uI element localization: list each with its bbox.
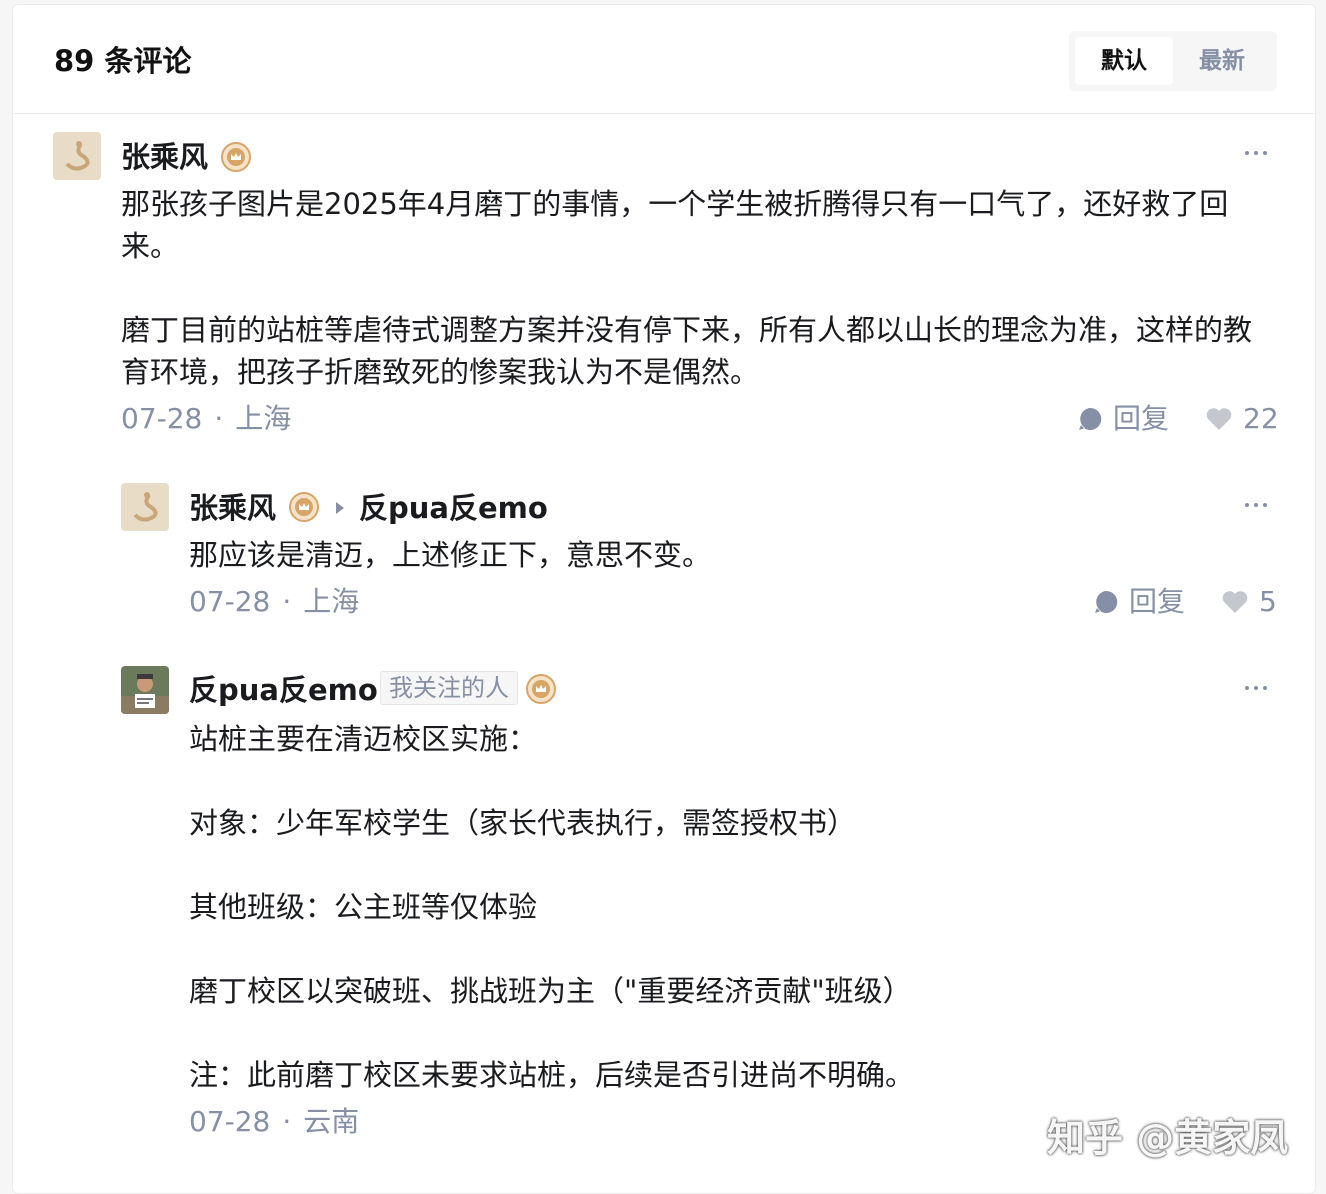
comment-meta: 07-28 · 上海 <box>189 585 360 618</box>
following-tag: 我关注的人 <box>380 671 518 705</box>
comment-paragraph: 对象：少年军校学生（家长代表执行，需签授权书） <box>189 806 857 840</box>
more-options-icon[interactable] <box>1245 499 1275 511</box>
comment-paragraph: 磨丁目前的站桩等虐待式调整方案并没有停下来，所有人都以山长的理念为准，这样的教育… <box>121 313 1253 389</box>
comment-author[interactable]: 反pua反emo <box>189 672 378 708</box>
reply-button[interactable]: 回复 <box>1077 401 1169 437</box>
comment-paragraph: 磨丁校区以突破班、挑战班为主（"重要经济贡献"班级） <box>189 974 912 1008</box>
comment-author[interactable]: 张乘风 <box>189 490 276 526</box>
comment-count-title: 89 条评论 <box>54 44 192 78</box>
comment-paragraph: 那张孩子图片是2025年4月磨丁的事情，一个学生被折腾得只有一口气了，还好救了回… <box>121 187 1229 263</box>
comment-paragraph: 注：此前磨丁校区未要求站桩，后续是否引进尚不明确。 <box>189 1058 915 1092</box>
comment-paragraph: 站桩主要在清迈校区实施： <box>189 722 538 756</box>
like-count: 5 <box>1259 585 1277 618</box>
comment-meta: 07-28 · 上海 <box>121 402 292 435</box>
sort-default-button[interactable]: 默认 <box>1075 37 1173 85</box>
like-button[interactable]: 22 <box>1205 401 1279 437</box>
comment-date: 07-28 <box>189 585 271 618</box>
like-button[interactable]: 5 <box>1221 584 1277 620</box>
comment-paragraph: 其他班级：公主班等仅体验 <box>189 890 538 924</box>
heart-icon <box>1206 408 1232 430</box>
crown-badge-icon <box>221 142 251 172</box>
sort-newest-button[interactable]: 最新 <box>1173 37 1271 85</box>
zhihu-watermark: 知乎 @黄家凤 <box>1047 1116 1289 1160</box>
comment-author[interactable]: 张乘风 <box>121 139 208 175</box>
reply-bubble-icon <box>1095 590 1118 613</box>
comment-body: 站桩主要在清迈校区实施： 对象：少年军校学生（家长代表执行，需签授权书） 其他班… <box>189 718 1269 1096</box>
comment-body: 那张孩子图片是2025年4月磨丁的事情，一个学生被折腾得只有一口气了，还好救了回… <box>121 183 1271 393</box>
crown-badge-icon <box>289 492 319 522</box>
comment-location: 上海 <box>235 402 292 435</box>
more-options-icon[interactable] <box>1245 147 1275 159</box>
comment-date: 07-28 <box>121 402 203 435</box>
reply-arrow-icon <box>336 502 344 514</box>
sort-switch: 默认 最新 <box>1069 31 1277 91</box>
comment-date: 07-28 <box>189 1105 271 1138</box>
reply-label: 回复 <box>1113 402 1170 435</box>
avatar-image <box>53 132 101 180</box>
reply-button[interactable]: 回复 <box>1093 584 1185 620</box>
avatar-image <box>121 483 169 531</box>
comments-card: 89 条评论 默认 最新 张乘风 那张孩子图片是2025年4月磨丁的事情，一个学… <box>12 4 1316 1194</box>
more-options-icon[interactable] <box>1245 682 1275 694</box>
comment-location: 云南 <box>303 1105 360 1138</box>
comment-body: 那应该是清迈，上述修正下，意思不变。 <box>189 534 1269 576</box>
reply-bubble-icon <box>1079 407 1102 430</box>
avatar-image <box>121 666 169 714</box>
avatar[interactable] <box>121 483 169 531</box>
reply-label: 回复 <box>1129 585 1186 618</box>
reply-to-author[interactable]: 反pua反emo <box>359 490 548 526</box>
comment-meta: 07-28 · 云南 <box>189 1105 360 1138</box>
comments-header: 89 条评论 默认 最新 <box>13 5 1315 114</box>
avatar[interactable] <box>121 666 169 714</box>
comment-paragraph: 那应该是清迈，上述修正下，意思不变。 <box>189 538 712 572</box>
like-count: 22 <box>1243 402 1279 435</box>
heart-icon <box>1222 591 1248 613</box>
avatar[interactable] <box>53 132 101 180</box>
crown-badge-icon <box>526 674 556 704</box>
comment-location: 上海 <box>303 585 360 618</box>
